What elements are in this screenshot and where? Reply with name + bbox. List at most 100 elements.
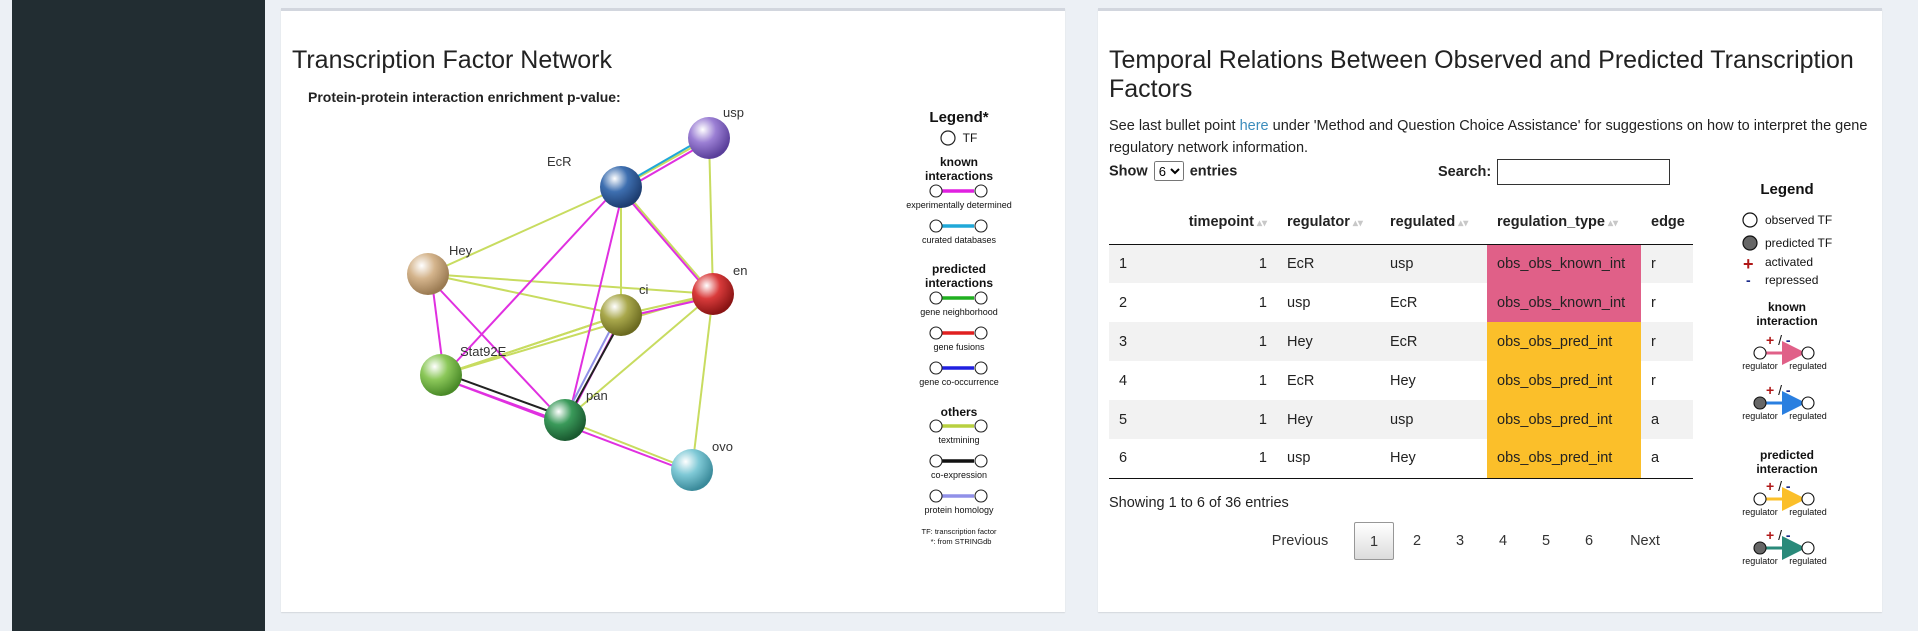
- plus-minus-label: + / -: [1766, 478, 1791, 494]
- node-usp[interactable]: [688, 117, 730, 159]
- node-label: Stat92E: [460, 344, 507, 359]
- legend-item-protein-homology: protein homology: [924, 489, 994, 515]
- legend-node-icon: [974, 419, 988, 433]
- sidebar: [12, 0, 265, 631]
- legend-predicted-items: gene neighborhood gene fusions gene co-occ…: [919, 291, 999, 387]
- regulated-label: regulated: [1789, 507, 1827, 517]
- legend-item-label: textmining: [938, 435, 979, 445]
- legend-predicted-title-2: interactions: [925, 276, 993, 290]
- tf-network-panel: Transcription Factor Network Protein-pro…: [281, 8, 1065, 612]
- legend-others-items: textmining co-expression protein homology: [924, 419, 994, 515]
- legend-item-curated-databases: curated databases: [922, 219, 997, 245]
- node-label: ci: [639, 282, 649, 297]
- minus-icon: -: [1746, 272, 1751, 288]
- regulator-node-icon: [1753, 492, 1767, 506]
- legend-node-icon: [974, 454, 988, 468]
- regulation-legend-item: + / - regulator regulated: [1742, 382, 1827, 421]
- regulated-label: regulated: [1789, 411, 1827, 421]
- legend-node-icon: [929, 184, 943, 198]
- plus-minus-label: + / -: [1766, 527, 1791, 543]
- legend-node-icon: [929, 454, 943, 468]
- node-pan[interactable]: [544, 399, 586, 441]
- legend-node-icon: [974, 291, 988, 305]
- regulator-node-icon: [1753, 346, 1767, 360]
- legend-node-icon: [974, 219, 988, 233]
- legend-node-icon: [929, 419, 943, 433]
- legend-item-gene-neighborhood: gene neighborhood: [920, 291, 998, 317]
- legend-item-textmining: textmining: [929, 419, 988, 445]
- legend-node-icon: [974, 489, 988, 503]
- legend-item-label: co-expression: [931, 470, 987, 480]
- legend-others-title: others: [941, 405, 978, 419]
- legend-tf-label: TF: [963, 131, 978, 145]
- legend-node-icon: [929, 291, 943, 305]
- node-label: usp: [723, 105, 744, 120]
- plus-minus-label: + / -: [1766, 382, 1791, 398]
- legend-title: Legend: [1760, 181, 1813, 198]
- legend-footnote-1: TF: transcription factor: [921, 527, 997, 536]
- legend-item-label: gene fusions: [933, 342, 985, 352]
- node-stat92e[interactable]: [420, 354, 462, 396]
- regulation-legend-item: + / - regulator regulated: [1742, 478, 1827, 517]
- legend-item-experimentally-determined: experimentally determined: [906, 184, 1012, 210]
- node-label: Hey: [449, 243, 473, 258]
- node-label: pan: [586, 388, 608, 403]
- legend-observed-tf: observed TF: [1765, 213, 1832, 227]
- legend-item-label: gene co-occurrence: [919, 377, 999, 387]
- legend-item-co-expression: co-expression: [929, 454, 988, 480]
- node-label: ovo: [712, 439, 733, 454]
- regulated-node-icon: [1801, 541, 1815, 555]
- legend-node-icon: [974, 326, 988, 340]
- legend-known-title-2: interaction: [1756, 314, 1817, 328]
- temporal-relations-panel: Temporal Relations Between Observed and …: [1098, 8, 1882, 612]
- regulator-label: regulator: [1742, 361, 1778, 371]
- legend-title: Legend*: [929, 109, 988, 126]
- legend-item-gene-fusions: gene fusions: [929, 326, 988, 352]
- legend-predicted-title: predicted: [1760, 448, 1814, 462]
- node-ci[interactable]: [600, 294, 642, 336]
- tf-circle-icon: [940, 130, 956, 146]
- legend-known-title-2: interactions: [925, 169, 993, 183]
- regulation-legend: Legend observed TF predicted TF + activa…: [1742, 181, 1832, 566]
- legend-predicted-title-2: interaction: [1756, 462, 1817, 476]
- node-ovo[interactable]: [671, 449, 713, 491]
- node-hey[interactable]: [407, 253, 449, 295]
- node-label: EcR: [547, 154, 572, 169]
- node-label: en: [733, 263, 747, 278]
- legend-known-title: known: [940, 155, 978, 169]
- legend-footnote-2: *: from STRINGdb: [931, 537, 992, 546]
- regulation-legend-item: + / - regulator regulated: [1742, 332, 1827, 371]
- regulator-label: regulator: [1742, 411, 1778, 421]
- predicted-tf-icon: [1742, 235, 1758, 251]
- regulated-node-icon: [1801, 396, 1815, 410]
- regulator-node-icon: [1753, 396, 1767, 410]
- legend-known-title: known: [1768, 300, 1806, 314]
- legend-node-icon: [929, 489, 943, 503]
- legend-node-icon: [974, 184, 988, 198]
- network-diagram: usp EcR Hey ci en Stat92E pan ovo Legend…: [407, 105, 1012, 546]
- legend-node-icon: [929, 219, 943, 233]
- legend-repressed: repressed: [1765, 273, 1818, 287]
- legend-item-label: curated databases: [922, 235, 997, 245]
- string-legend: Legend* TF known interactions experiment…: [906, 109, 1012, 546]
- regulator-label: regulator: [1742, 556, 1778, 566]
- legend-node-icon: [929, 326, 943, 340]
- node-ecr[interactable]: [600, 166, 642, 208]
- regulator-label: regulator: [1742, 507, 1778, 517]
- regulated-label: regulated: [1789, 361, 1827, 371]
- plus-minus-label: + / -: [1766, 332, 1791, 348]
- legend-item-label: gene neighborhood: [920, 307, 998, 317]
- node-en[interactable]: [692, 273, 734, 315]
- regulation-legend-item: + / - regulator regulated: [1742, 527, 1827, 566]
- legend-item-label: experimentally determined: [906, 200, 1012, 210]
- legend-node-icon: [929, 361, 943, 375]
- legend-predicted-tf: predicted TF: [1765, 236, 1832, 250]
- left-strip: [0, 0, 12, 631]
- legend-predicted-title: predicted: [932, 262, 986, 276]
- plus-icon: +: [1743, 254, 1754, 274]
- legend-node-icon: [974, 361, 988, 375]
- legend-item-label: protein homology: [924, 505, 994, 515]
- legend-known-items: experimentally determined curated databas…: [906, 184, 1012, 245]
- regulated-node-icon: [1801, 492, 1815, 506]
- regulator-node-icon: [1753, 541, 1767, 555]
